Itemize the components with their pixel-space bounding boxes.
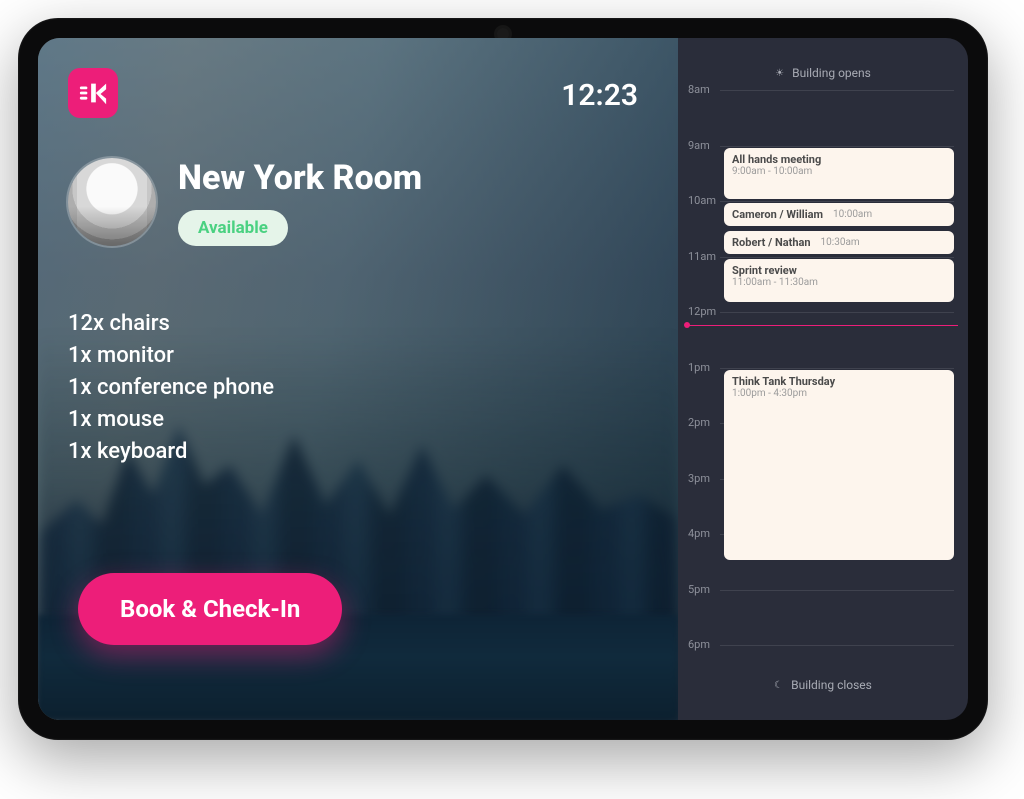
- logo-icon: [78, 78, 108, 108]
- hour-label: 2pm: [688, 416, 710, 429]
- clock: 12:23: [561, 78, 638, 113]
- timeline: 8am 9am 10am 11am 12pm 1pm 2pm 3pm 4pm 5pm 6pm All …: [678, 90, 968, 666]
- building-opens-label: Building opens: [792, 66, 871, 80]
- room-header-text: New York Room Available: [178, 158, 422, 246]
- tablet-frame: 12:23 New York Room Available 12x chairs…: [18, 18, 988, 740]
- event-title: Cameron / William: [732, 208, 823, 221]
- event-time: 11:00am - 11:30am: [732, 277, 946, 288]
- app-logo[interactable]: [68, 68, 118, 118]
- hour-label: 12pm: [688, 305, 716, 318]
- hour-row: 12pm: [678, 312, 968, 313]
- hour-row: 9am: [678, 146, 968, 147]
- hour-row: 10am: [678, 201, 968, 202]
- hour-line: [720, 645, 954, 646]
- hour-line: [720, 146, 954, 147]
- amenity-item: 1x keyboard: [68, 436, 274, 468]
- hour-row: 11am: [678, 257, 968, 258]
- hour-line: [720, 590, 954, 591]
- room-title: New York Room: [178, 158, 422, 198]
- hour-label: 5pm: [688, 583, 710, 596]
- room-header: New York Room Available: [68, 158, 422, 246]
- sun-icon: ☀: [775, 68, 784, 79]
- calendar-event[interactable]: Sprint review11:00am - 11:30am: [724, 259, 954, 302]
- event-title: Sprint review: [732, 264, 946, 277]
- amenities-list: 12x chairs1x monitor1x conference phone1…: [68, 308, 274, 467]
- event-time: 10:30am: [821, 237, 860, 248]
- amenity-item: 1x conference phone: [68, 372, 274, 404]
- hour-row: 6pm: [678, 645, 968, 646]
- building-closes-marker: ☾ Building closes: [678, 678, 968, 692]
- hour-label: 9am: [688, 139, 710, 152]
- amenity-item: 12x chairs: [68, 308, 274, 340]
- room-photo: [68, 158, 156, 246]
- hour-line: [720, 368, 954, 369]
- calendar-event[interactable]: All hands meeting9:00am - 10:00am: [724, 148, 954, 200]
- event-time: 10:00am: [833, 209, 872, 220]
- building-opens-marker: ☀ Building opens: [678, 66, 968, 80]
- calendar-event[interactable]: Robert / Nathan 10:30am: [724, 231, 954, 254]
- hour-row: 1pm: [678, 368, 968, 369]
- hour-label: 8am: [688, 83, 710, 96]
- event-time: 1:00pm - 4:30pm: [732, 388, 946, 399]
- moon-icon: ☾: [774, 680, 783, 691]
- book-checkin-button[interactable]: Book & Check-In: [78, 573, 342, 645]
- event-title: All hands meeting: [732, 153, 946, 166]
- hour-label: 10am: [688, 194, 716, 207]
- amenity-item: 1x mouse: [68, 404, 274, 436]
- hour-label: 4pm: [688, 527, 710, 540]
- hour-label: 6pm: [688, 638, 710, 651]
- hour-label: 11am: [688, 250, 716, 263]
- event-title: Robert / Nathan: [732, 236, 811, 249]
- main-panel: 12:23 New York Room Available 12x chairs…: [38, 38, 678, 720]
- hour-line: [720, 312, 954, 313]
- screen: 12:23 New York Room Available 12x chairs…: [38, 38, 968, 720]
- calendar-event[interactable]: Cameron / William 10:00am: [724, 203, 954, 226]
- hour-label: 3pm: [688, 472, 710, 485]
- hour-line: [720, 201, 954, 202]
- building-closes-label: Building closes: [791, 678, 872, 692]
- hour-label: 1pm: [688, 361, 710, 374]
- amenity-item: 1x monitor: [68, 340, 274, 372]
- hour-line: [720, 90, 954, 91]
- hour-line: [720, 257, 954, 258]
- hour-row: 5pm: [678, 590, 968, 591]
- calendar-event[interactable]: Think Tank Thursday1:00pm - 4:30pm: [724, 370, 954, 560]
- event-time: 9:00am - 10:00am: [732, 166, 946, 177]
- hour-row: 8am: [678, 90, 968, 91]
- timeline-sidebar[interactable]: ☀ Building opens 8am 9am 10am 11am 12pm 1pm 2p…: [678, 38, 968, 720]
- event-title: Think Tank Thursday: [732, 375, 946, 388]
- status-badge: Available: [178, 210, 288, 246]
